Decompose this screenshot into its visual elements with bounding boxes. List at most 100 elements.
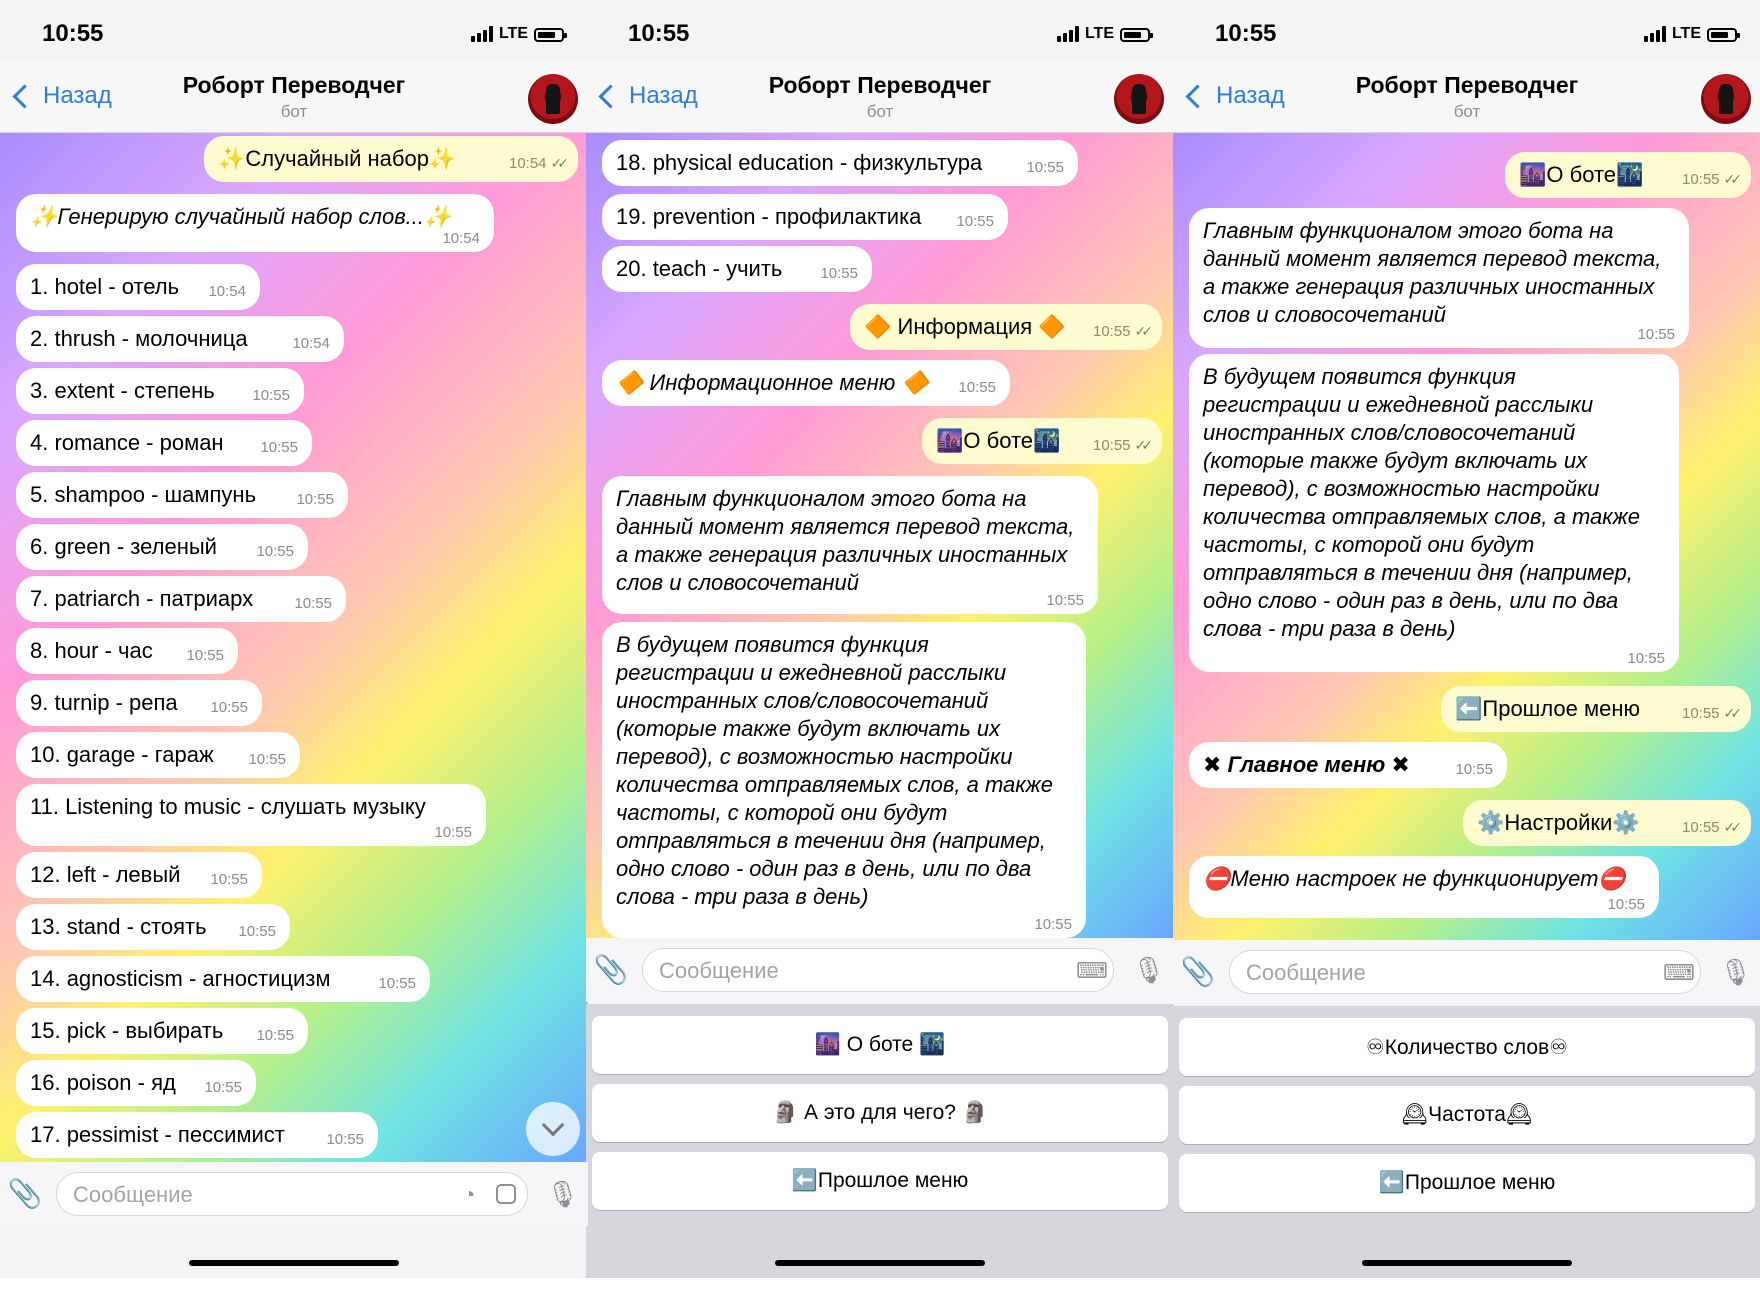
message-text: 14. agnosticism - агностицизм bbox=[30, 966, 331, 991]
battery-icon bbox=[1707, 28, 1740, 42]
microphone-icon[interactable]: 🎙 bbox=[1132, 952, 1165, 988]
message-line: В будущем появится функция bbox=[1203, 364, 1516, 389]
message-bubble[interactable]: В будущем появится функция регистрации и… bbox=[602, 622, 1086, 938]
message-line: а также генерация различных иностанных bbox=[1203, 274, 1655, 299]
chat-title-block[interactable]: Роборт Переводчег бот bbox=[0, 72, 588, 122]
keyboard-button-previous-menu[interactable]: ⬅️Прошлое меню bbox=[1179, 1154, 1755, 1212]
message-input[interactable]: Сообщение bbox=[642, 948, 1114, 992]
message-bubble[interactable]: 10. garage - гараж 10:55 bbox=[16, 732, 300, 778]
message-line: перевод), с возможностью настройки bbox=[616, 744, 1013, 769]
message-bubble[interactable]: ✨Генерирую случайный набор слов...✨ 10:54 bbox=[16, 194, 494, 252]
status-time: 10:55 bbox=[628, 20, 690, 47]
double-check-icon: ✓✓ bbox=[1134, 323, 1154, 339]
message-bubble[interactable]: 3. extent - степень 10:55 bbox=[16, 368, 304, 414]
phone-screen-2: 10:55 LTE Назад Роборт Переводчег бот 18… bbox=[586, 0, 1174, 1278]
message-bubble[interactable]: В будущем появится функция регистрации и… bbox=[1189, 354, 1679, 672]
chat-area[interactable]: 18. physical education - физкультура 10:5… bbox=[586, 132, 1174, 938]
message-time: 10:55 bbox=[1607, 896, 1645, 913]
message-time: 10:55 bbox=[256, 1027, 294, 1044]
double-check-icon: ✓✓ bbox=[550, 155, 570, 171]
microphone-icon[interactable]: 🎙 bbox=[546, 1176, 579, 1212]
message-text: 17. pessimist - пессимист bbox=[30, 1122, 285, 1147]
message-bubble[interactable]: 11. Listening to music - слушать музыку 1… bbox=[16, 784, 486, 846]
message-bubble[interactable]: 🌆О боте🌃 10:55 ✓✓ bbox=[1505, 152, 1751, 198]
message-time: 10:55 bbox=[1046, 592, 1084, 609]
message-bubble[interactable]: ⬅️Прошлое меню 10:55 ✓✓ bbox=[1441, 686, 1751, 732]
message-bubble[interactable]: Главным функционалом этого бота на данны… bbox=[602, 476, 1098, 614]
message-text: 2. thrush - молочница bbox=[30, 326, 248, 351]
home-indicator bbox=[189, 1260, 399, 1266]
chat-title-block[interactable]: Роборт Переводчег бот bbox=[586, 72, 1174, 122]
keyboard-icon[interactable]: ⌨ bbox=[1663, 960, 1695, 986]
bot-avatar[interactable] bbox=[528, 74, 578, 124]
message-bubble[interactable]: ✖ Главное меню ✖ 10:55 bbox=[1189, 742, 1507, 788]
phone-screen-1: 10:55 LTE Назад Роборт Переводчег бот ✨С… bbox=[0, 0, 588, 1278]
message-bubble[interactable]: Главным функционалом этого бота на данны… bbox=[1189, 208, 1689, 348]
keyboard-icon[interactable]: ⌨ bbox=[1076, 958, 1108, 984]
microphone-icon[interactable]: 🎙 bbox=[1719, 954, 1752, 990]
message-bubble[interactable]: 2. thrush - молочница 10:54 bbox=[16, 316, 344, 362]
chat-area[interactable]: ✨Случайный набор✨ 10:54 ✓✓ ✨Генерирую случ… bbox=[0, 132, 588, 1162]
message-bubble[interactable]: 20. teach - учить 10:55 bbox=[602, 246, 872, 292]
message-text: 19. prevention - профилактика bbox=[616, 204, 922, 229]
keyboard-button-about[interactable]: 🌆 О боте 🌃 bbox=[592, 1016, 1168, 1074]
message-bubble[interactable]: 13. stand - стоять 10:55 bbox=[16, 904, 290, 950]
double-check-icon: ✓✓ bbox=[1723, 819, 1743, 835]
message-bubble[interactable]: 14. agnosticism - агностицизм 10:55 bbox=[16, 956, 430, 1002]
chat-subtitle: бот bbox=[866, 102, 894, 121]
message-line: одно слово - один раз в день, или по два bbox=[1203, 588, 1619, 613]
scroll-down-button[interactable] bbox=[526, 1102, 580, 1156]
message-bubble[interactable]: 🔶 Информация 🔶 10:55 ✓✓ bbox=[850, 304, 1162, 350]
status-bar: 10:55 LTE bbox=[1173, 0, 1760, 60]
message-input[interactable]: Сообщение bbox=[1229, 950, 1701, 994]
keyboard-button-frequency[interactable]: 🕰Частота🕰 bbox=[1179, 1086, 1755, 1144]
message-bubble[interactable]: 18. physical education - физкультура 10:5… bbox=[602, 140, 1078, 186]
chat-area[interactable]: 🌆О боте🌃 10:55 ✓✓ Главным функционалом это… bbox=[1173, 132, 1760, 940]
message-line: (которые также будут включать их bbox=[616, 716, 1001, 741]
message-bubble[interactable]: 5. shampoo - шампунь 10:55 bbox=[16, 472, 348, 518]
message-bubble[interactable]: 1. hotel - отель 10:54 bbox=[16, 264, 260, 310]
bot-avatar[interactable] bbox=[1701, 74, 1751, 124]
signal-icon bbox=[470, 26, 493, 42]
message-bubble[interactable]: 🌆О боте🌃 10:55 ✓✓ bbox=[922, 418, 1162, 464]
keyboard-button-word-count[interactable]: ♾Количество слов♾ bbox=[1179, 1018, 1755, 1076]
network-type: LTE bbox=[1671, 25, 1701, 42]
message-line: количества отправляемых слов, а также bbox=[1203, 504, 1641, 529]
message-line: В будущем появится функция bbox=[616, 632, 929, 657]
bot-commands-icon[interactable] bbox=[496, 1184, 516, 1204]
chat-subtitle: бот bbox=[1453, 102, 1481, 121]
message-line: данный момент является перевод текста, bbox=[616, 514, 1075, 539]
message-bubble[interactable]: 12. left - левый 10:55 bbox=[16, 852, 262, 898]
message-line: иностранных слов/словосочетаний bbox=[1203, 420, 1576, 445]
message-bubble[interactable]: 🔶 Информационное меню 🔶 10:55 bbox=[602, 360, 1010, 406]
chat-title-block[interactable]: Роборт Переводчег бот bbox=[1173, 72, 1760, 122]
message-time: 10:55 bbox=[238, 923, 276, 940]
message-bubble[interactable]: 16. poison - яд 10:55 bbox=[16, 1060, 256, 1106]
message-time: 10:55 bbox=[210, 871, 248, 888]
bot-avatar[interactable] bbox=[1114, 74, 1164, 124]
attach-icon[interactable]: 📎 bbox=[8, 1176, 43, 1210]
attach-icon[interactable]: 📎 bbox=[1181, 954, 1216, 988]
message-bubble[interactable]: 15. pick - выбирать 10:55 bbox=[16, 1008, 308, 1054]
message-line: иностранных слов/словосочетаний bbox=[616, 688, 989, 713]
status-indicators: LTE bbox=[470, 24, 567, 42]
message-bubble[interactable]: 17. pessimist - пессимист 10:55 bbox=[16, 1112, 378, 1158]
phone-screen-3: 10:55 LTE Назад Роборт Переводчег бот 🌆О… bbox=[1173, 0, 1760, 1278]
message-bubble[interactable]: ⚙️Настройки⚙️ 10:55 ✓✓ bbox=[1463, 800, 1751, 846]
keyboard-button-what-for[interactable]: 🗿 А это для чего? 🗿 bbox=[592, 1084, 1168, 1142]
message-bubble[interactable]: ✨Случайный набор✨ 10:54 ✓✓ bbox=[204, 136, 578, 182]
keyboard-button-previous-menu[interactable]: ⬅️Прошлое меню bbox=[592, 1152, 1168, 1210]
sticker-icon[interactable]: ◔ bbox=[456, 1182, 482, 1208]
message-bubble[interactable]: 7. patriarch - патриарх 10:55 bbox=[16, 576, 346, 622]
message-time: 10:54 bbox=[208, 283, 246, 300]
chat-subtitle: бот bbox=[280, 102, 308, 121]
message-time: 10:55 ✓✓ bbox=[1681, 705, 1742, 722]
message-bubble[interactable]: 4. romance - роман 10:55 bbox=[16, 420, 312, 466]
attach-icon[interactable]: 📎 bbox=[594, 952, 629, 986]
message-bubble[interactable]: 6. green - зеленый 10:55 bbox=[16, 524, 308, 570]
message-bubble[interactable]: 19. prevention - профилактика 10:55 bbox=[602, 194, 1008, 240]
message-time: 10:55 bbox=[248, 751, 286, 768]
message-bubble[interactable]: 9. turnip - репа 10:55 bbox=[16, 680, 262, 726]
message-bubble[interactable]: ⛔Меню настроек не функционирует⛔ 10:55 bbox=[1189, 856, 1659, 918]
message-bubble[interactable]: 8. hour - час 10:55 bbox=[16, 628, 238, 674]
